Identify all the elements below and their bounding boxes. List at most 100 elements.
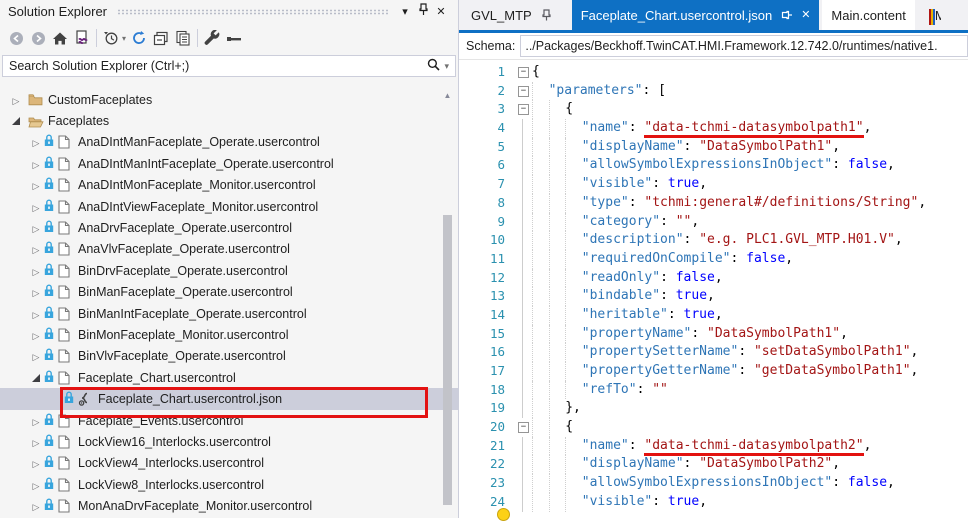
outline-guide — [516, 399, 532, 418]
outline-guide — [516, 138, 532, 157]
line-number: 8 — [459, 194, 516, 213]
expander-icon[interactable]: ▷ — [28, 328, 44, 342]
tree-item[interactable]: Faceplate_Chart.usercontrol — [0, 367, 458, 388]
code-line[interactable]: 23"allowSymbolExpressionsInObject": fals… — [459, 474, 968, 493]
sync-with-active-document-icon[interactable] — [71, 27, 93, 49]
copy-properties-icon[interactable] — [172, 27, 194, 49]
expander-icon[interactable]: ▷ — [28, 157, 44, 171]
code-line[interactable]: 9"category": "", — [459, 213, 968, 232]
expander-icon[interactable]: ▷ — [28, 221, 44, 235]
expander-icon[interactable]: ▷ — [28, 414, 44, 428]
code-line[interactable]: 7"visible": true, — [459, 175, 968, 194]
tree-item[interactable]: ▷LockView4_Interlocks.usercontrol — [0, 453, 458, 474]
tree-item[interactable]: ▷MonAnaDrvFaceplate_Monitor.usercontrol — [0, 495, 458, 516]
tab-main-content[interactable]: Main.content — [822, 0, 914, 30]
code-line[interactable]: 21"name": "data-tchmi-datasymbolpath2", — [459, 437, 968, 456]
expander-icon[interactable]: ▷ — [28, 307, 44, 321]
expander-icon[interactable]: ▷ — [28, 200, 44, 214]
expander-icon[interactable]: ▷ — [28, 178, 44, 192]
code-line[interactable]: 16"propertySetterName": "setDataSymbolPa… — [459, 343, 968, 362]
code-line[interactable]: 4"name": "data-tchmi-datasymbolpath1", — [459, 119, 968, 138]
code-line[interactable]: 15"propertyName": "DataSymbolPath1", — [459, 325, 968, 344]
expander-icon[interactable]: ▷ — [28, 499, 44, 513]
tab-gvl-mtp[interactable]: GVL_MTP — [462, 0, 561, 30]
tree-item[interactable]: ▷BinManFaceplate_Operate.usercontrol — [0, 282, 458, 303]
pin-icon[interactable] — [781, 9, 793, 21]
code-line[interactable]: 5"displayName": "DataSymbolPath1", — [459, 138, 968, 157]
code-line[interactable]: 17"propertyGetterName": "getDataSymbolPa… — [459, 362, 968, 381]
tree-item[interactable]: ▷CustomFaceplates — [0, 89, 458, 110]
search-input[interactable]: Search Solution Explorer (Ctrl+;) ▾ — [2, 55, 456, 77]
tree-item[interactable]: ▷BinManIntFaceplate_Operate.usercontrol — [0, 303, 458, 324]
fold-toggle[interactable]: − — [516, 100, 532, 119]
search-options-caret-icon[interactable]: ▾ — [444, 61, 449, 72]
document-tabstrip: GVL_MTP Faceplate_Chart.usercontrol.json✕… — [459, 0, 968, 30]
code-line[interactable]: 3−{ — [459, 100, 968, 119]
fold-toggle[interactable]: − — [516, 63, 532, 82]
tree-item[interactable]: ▷AnaDIntMonFaceplate_Monitor.usercontrol — [0, 175, 458, 196]
expander-icon[interactable]: ▷ — [28, 349, 44, 363]
history-filter-caret-icon[interactable]: ▾ — [122, 34, 126, 43]
code-line[interactable]: 18"refTo": "" — [459, 381, 968, 400]
collapse-definitions-icon[interactable] — [223, 27, 245, 49]
line-number: 9 — [459, 213, 516, 232]
schema-path-combobox[interactable]: ../Packages/Beckhoff.TwinCAT.HMI.Framewo… — [520, 35, 968, 57]
expander-icon[interactable]: ▷ — [28, 285, 44, 299]
tree-item[interactable]: ▷AnaDIntManIntFaceplate_Operate.usercont… — [0, 153, 458, 174]
window-position-caret-icon[interactable]: ▾ — [396, 5, 414, 18]
expander-icon[interactable] — [28, 371, 44, 385]
code-line[interactable]: 14"heritable": true, — [459, 306, 968, 325]
tree-item[interactable]: ▷AnaVlvFaceplate_Operate.usercontrol — [0, 239, 458, 260]
code-line[interactable]: 19}, — [459, 399, 968, 418]
tree-item[interactable]: ▷BinVlvFaceplate_Operate.usercontrol — [0, 346, 458, 367]
scrollbar-thumb[interactable] — [443, 215, 452, 505]
tab-faceplate-chart-usercontrol-json[interactable]: Faceplate_Chart.usercontrol.json✕ — [572, 0, 820, 30]
tree-item[interactable]: ▷BinMonFaceplate_Monitor.usercontrol — [0, 324, 458, 345]
tree-item[interactable]: ▷AnaDrvFaceplate_Operate.usercontrol — [0, 217, 458, 238]
expander-icon[interactable]: ▷ — [28, 242, 44, 256]
code-line[interactable]: 22"displayName": "DataSymbolPath2", — [459, 455, 968, 474]
scroll-up-arrow-icon[interactable]: ▲ — [442, 92, 453, 100]
back-icon[interactable] — [5, 27, 27, 49]
refresh-icon[interactable] — [128, 27, 150, 49]
code-line[interactable]: 13"bindable": true, — [459, 287, 968, 306]
pin-icon[interactable] — [541, 9, 552, 21]
code-line[interactable]: 12"readOnly": false, — [459, 269, 968, 288]
fold-toggle[interactable]: − — [516, 418, 532, 437]
code-line[interactable]: 1−{ — [459, 63, 968, 82]
history-filter-icon[interactable] — [100, 27, 122, 49]
search-icon[interactable] — [427, 58, 440, 74]
tree-item[interactable]: ▷AnaDIntManFaceplate_Operate.usercontrol — [0, 132, 458, 153]
json-code-editor[interactable]: 1−{2−"parameters": [3−{4"name": "data-tc… — [459, 60, 968, 512]
expander-icon[interactable]: ▷ — [28, 435, 44, 449]
code-line[interactable]: 8"type": "tchmi:general#/definitions/Str… — [459, 194, 968, 213]
expander-icon[interactable]: ▷ — [28, 478, 44, 492]
forward-icon[interactable] — [27, 27, 49, 49]
expander-icon[interactable]: ▷ — [28, 264, 44, 278]
expander-icon[interactable]: ▷ — [28, 456, 44, 470]
code-line[interactable]: 2−"parameters": [ — [459, 82, 968, 101]
expander-icon[interactable]: ▷ — [28, 135, 44, 149]
collapse-all-icon[interactable] — [150, 27, 172, 49]
home-icon[interactable] — [49, 27, 71, 49]
fold-toggle[interactable]: − — [516, 82, 532, 101]
close-tab-icon[interactable]: ✕ — [801, 10, 810, 21]
tree-item[interactable]: Faceplates — [0, 110, 458, 131]
wrench-icon[interactable] — [201, 27, 223, 49]
code-line[interactable]: 10"description": "e.g. PLC1.GVL_MTP.H01.… — [459, 231, 968, 250]
tree-item[interactable]: ▷LockView16_Interlocks.usercontrol — [0, 431, 458, 452]
code-line[interactable]: 11"requiredOnCompile": false, — [459, 250, 968, 269]
expander-icon[interactable]: ▷ — [8, 93, 24, 107]
outline-guide — [516, 437, 532, 456]
tab-m[interactable]: M — [929, 0, 941, 30]
tree-item[interactable]: ▷AnaDIntViewFaceplate_Monitor.usercontro… — [0, 196, 458, 217]
tree-item[interactable]: ▷BinDrvFaceplate_Operate.usercontrol — [0, 260, 458, 281]
code-line[interactable]: 6"allowSymbolExpressionsInObject": false… — [459, 156, 968, 175]
code-line[interactable]: 24"visible": true, — [459, 493, 968, 512]
close-icon[interactable]: ✕ — [432, 5, 450, 18]
expander-icon[interactable] — [8, 114, 24, 128]
drag-grip-texture[interactable] — [117, 9, 388, 15]
code-line[interactable]: 20−{ — [459, 418, 968, 437]
tree-item[interactable]: ▷LockView8_Interlocks.usercontrol — [0, 474, 458, 495]
pin-icon[interactable] — [414, 3, 432, 19]
